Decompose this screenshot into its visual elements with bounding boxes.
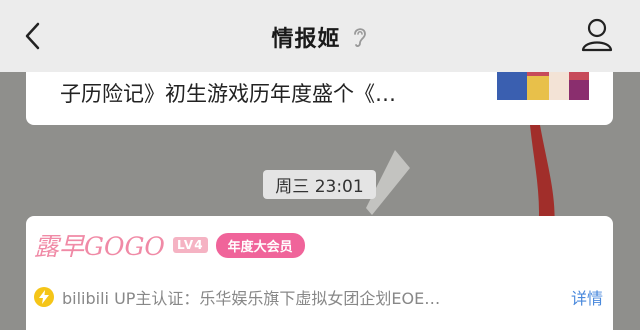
verification-text: bilibili UP主认证：乐华娱乐旗下虚拟女团企划EOE… bbox=[62, 289, 441, 308]
details-link[interactable]: 详情 bbox=[571, 285, 603, 309]
nav-title-group: 情报姬 bbox=[0, 20, 640, 54]
top-nav-bar: 情报姬 bbox=[0, 0, 640, 72]
article-snippet: 子历险记》初生游戏历年度盛个《… bbox=[60, 82, 396, 106]
ear-icon bbox=[353, 28, 366, 47]
level-badge: LV4 bbox=[172, 237, 208, 253]
message-timestamp: 周三 23:01 bbox=[263, 170, 376, 199]
profile-card[interactable]: 露早GOGO LV4 年度大会员 bilibili UP主认证：乐华娱乐旗下虚拟… bbox=[26, 216, 613, 330]
article-thumbnail bbox=[497, 70, 589, 100]
person-icon[interactable] bbox=[580, 16, 614, 54]
verification-row: bilibili UP主认证：乐华娱乐旗下虚拟女团企划EOE… 详情 bbox=[34, 283, 603, 311]
page-title: 情报姬 bbox=[271, 27, 341, 52]
lightning-bolt-icon bbox=[34, 287, 54, 307]
name-row: 露早GOGO LV4 年度大会员 bbox=[34, 228, 305, 262]
user-name[interactable]: 露早GOGO bbox=[34, 227, 165, 263]
vip-badge: 年度大会员 bbox=[215, 232, 305, 258]
